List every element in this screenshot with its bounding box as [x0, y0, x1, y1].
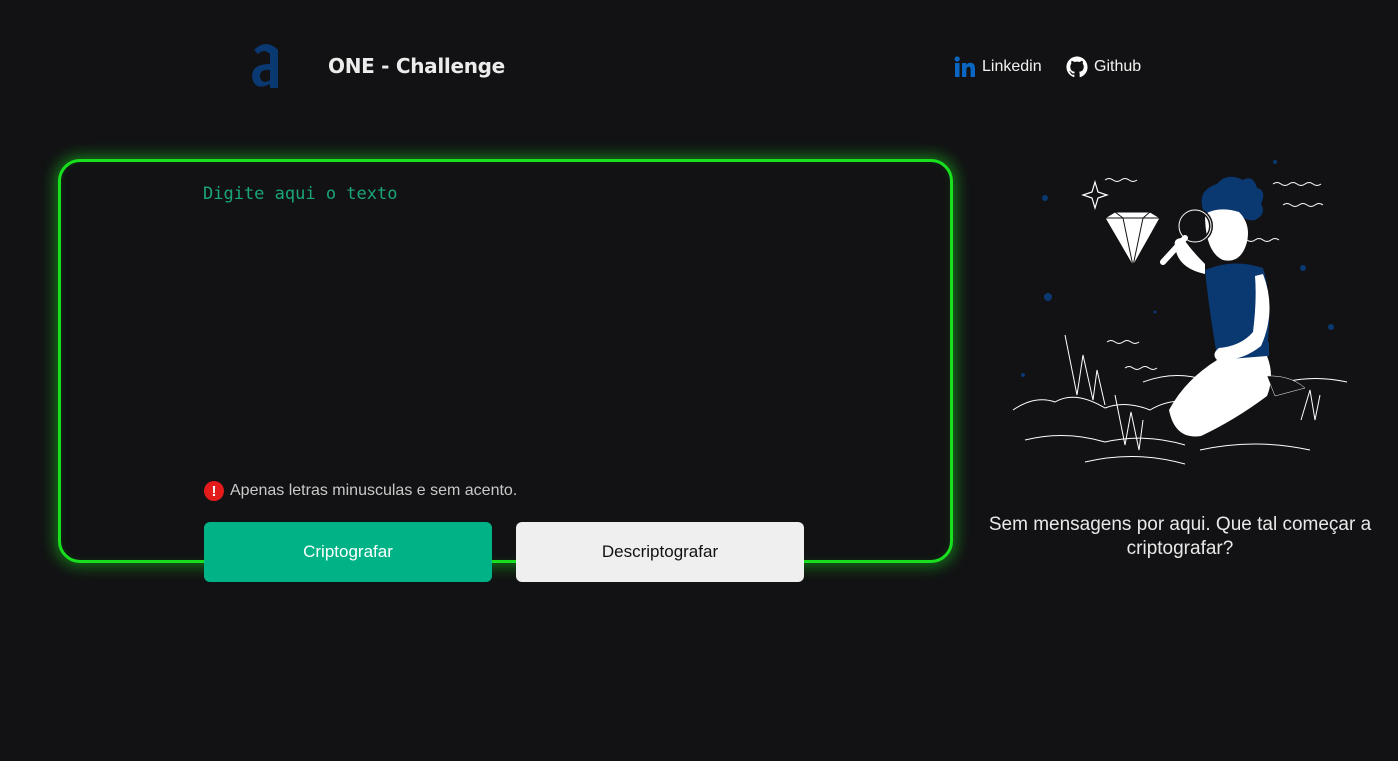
- person-with-magnifying-glass-illustration: [1012, 160, 1348, 465]
- header: ONE - Challenge Linkedin Github: [0, 0, 1398, 130]
- github-label: Github: [1094, 58, 1142, 75]
- input-hint: ! Apenas letras minusculas e sem acento.: [204, 481, 517, 501]
- text-input[interactable]: [200, 184, 896, 464]
- github-link[interactable]: Github: [1066, 55, 1141, 79]
- linkedin-link[interactable]: Linkedin: [954, 55, 1042, 79]
- linkedin-icon: [954, 56, 975, 77]
- empty-message: Sem mensagens por aqui. Que tal começar …: [988, 514, 1372, 559]
- encrypt-button[interactable]: Criptografar: [204, 522, 492, 582]
- alura-logo-icon[interactable]: [246, 40, 286, 92]
- linkedin-label: Linkedin: [982, 58, 1042, 75]
- exclamation-icon: !: [204, 481, 224, 501]
- decrypt-button[interactable]: Descriptografar: [516, 522, 804, 582]
- app-title: ONE - Challenge: [328, 54, 505, 78]
- hint-text: Apenas letras minusculas e sem acento.: [230, 482, 518, 499]
- github-icon: [1066, 56, 1088, 78]
